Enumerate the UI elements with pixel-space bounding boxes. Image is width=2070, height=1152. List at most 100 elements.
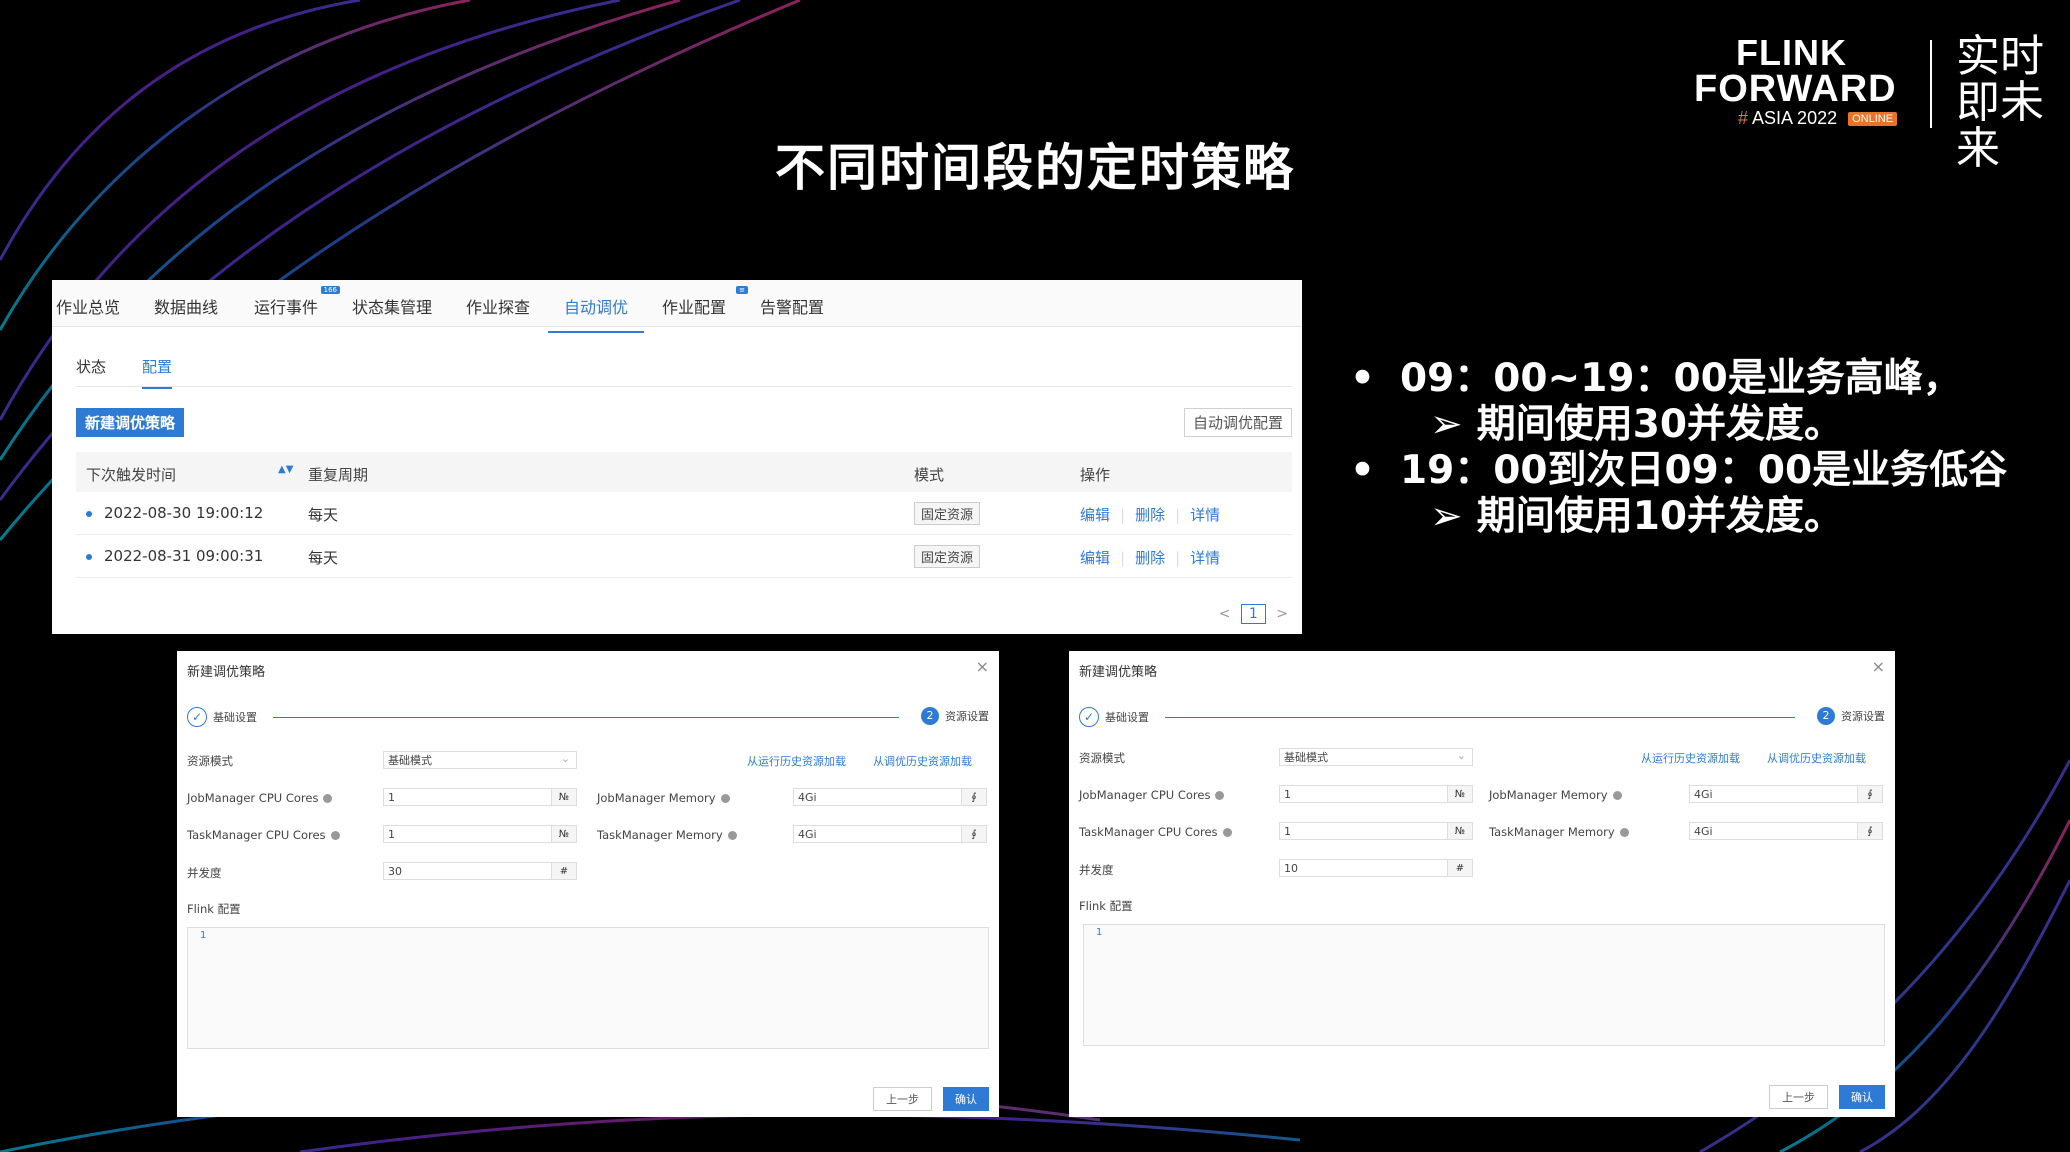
col-mode: 模式 [914, 466, 945, 484]
prev-page-icon[interactable]: < [1219, 606, 1231, 622]
table-header: 下次触发时间 ▲▼ 重复周期 模式 操作 [76, 452, 1292, 492]
parallelism-label: 并发度 [187, 866, 222, 880]
tab-run-events[interactable]: 运行事件 166 [254, 286, 341, 318]
trigger-time: 2022-08-30 19:00:12 [86, 504, 263, 522]
flink-config-editor[interactable]: 1 [1083, 924, 1885, 1046]
info-icon [720, 794, 730, 803]
edit-link[interactable]: 编辑 [1080, 506, 1110, 524]
close-icon[interactable]: × [976, 657, 989, 676]
tm-cpu-input[interactable]: 1 № [383, 825, 577, 843]
row-actions: 编辑 | 删除 | 详情 [1080, 547, 1220, 568]
load-tuning-history-link[interactable]: 从调优历史资源加载 [873, 753, 972, 769]
info-icon [1215, 791, 1225, 800]
edit-link[interactable]: 编辑 [1080, 549, 1110, 567]
step1-label: 基础设置 [1105, 711, 1149, 724]
step-resource: 2 资源设置 [1817, 707, 1885, 725]
sub-bullet-text: 期间使用10并发度。 [1476, 494, 1843, 539]
trigger-time-text: 2022-08-31 09:00:31 [104, 547, 264, 565]
tm-memory-input[interactable]: 4Gi ∮ [1689, 822, 1883, 840]
flink-config-label: Flink 配置 [187, 902, 241, 916]
tm-cpu-input[interactable]: 1 № [1279, 822, 1473, 840]
close-icon[interactable]: × [1872, 657, 1885, 676]
table-row: 2022-08-30 19:00:12 每天 固定资源 编辑 | 删除 | 详情 [76, 492, 1292, 535]
tab-label: 运行事件 [254, 298, 319, 317]
check-icon: ✓ [187, 707, 207, 727]
confirm-button[interactable]: 确认 [1839, 1085, 1885, 1109]
jm-cpu-input[interactable]: 1 № [383, 788, 577, 806]
load-run-history-link[interactable]: 从运行历史资源加载 [1641, 750, 1740, 766]
flink-config-editor[interactable]: 1 [187, 927, 989, 1049]
repeat-period: 每天 [308, 549, 339, 567]
strategy-table: 下次触发时间 ▲▼ 重复周期 模式 操作 2022-08-30 19:00:12… [76, 452, 1292, 578]
auto-tuning-panel: 作业总览 数据曲线 运行事件 166 状态集管理 作业探查 自动调优 作业配置 ≡ … [52, 280, 1302, 634]
logo-line3: # ASIA 2022 ONLINE [1738, 108, 1898, 129]
jm-memory-input[interactable]: 4Gi ∮ [1689, 785, 1883, 803]
delete-link[interactable]: 删除 [1135, 506, 1165, 524]
separator: | [1120, 549, 1126, 567]
prev-step-button[interactable]: 上一步 [873, 1087, 932, 1111]
confirm-button[interactable]: 确认 [943, 1087, 989, 1111]
tab-job-overview[interactable]: 作业总览 [56, 294, 120, 318]
tab-alert-config[interactable]: 告警配置 [760, 294, 824, 318]
jm-memory-input[interactable]: 4Gi ∮ [793, 788, 987, 806]
tab-state-management[interactable]: 状态集管理 [352, 294, 432, 318]
check-icon: ✓ [1079, 707, 1099, 727]
tm-memory-label-text: TaskManager Memory [1489, 825, 1615, 839]
pagination: < 1 > [1219, 604, 1288, 624]
tab-auto-tuning[interactable]: 自动调优 [547, 294, 645, 333]
logo-event: ASIA 2022 [1752, 108, 1838, 128]
memory-icon: ∮ [1857, 823, 1882, 839]
bullet-list: 09：00~19：00是业务高峰， ➢ 期间使用30并发度。 19：00到次日09… [1350, 356, 2007, 540]
tm-memory-input[interactable]: 4Gi ∮ [793, 825, 987, 843]
arrow-icon: ➢ [1430, 402, 1463, 447]
step-basic: ✓ 基础设置 [1079, 707, 1149, 727]
dialog-title: 新建调优策略 [187, 665, 266, 680]
prev-step-button[interactable]: 上一步 [1769, 1085, 1828, 1109]
jm-cpu-input[interactable]: 1 № [1279, 785, 1473, 803]
slide-title: 不同时间段的定时策略 [775, 139, 1295, 197]
jm-memory-label-text: JobManager Memory [597, 791, 716, 805]
subtab-config[interactable]: 配置 [142, 356, 173, 389]
memory-icon: ∮ [961, 826, 986, 842]
stepper: ✓ 基础设置 2 资源设置 [1079, 707, 1885, 729]
info-icon [1612, 791, 1622, 800]
logo-line2: FORWARD [1694, 68, 1897, 110]
auto-tuning-config-button[interactable]: 自动调优配置 [1183, 408, 1292, 437]
next-page-icon[interactable]: > [1276, 606, 1288, 622]
jm-memory-label: JobManager Memory [597, 791, 730, 805]
tm-memory-value: 4Gi [1694, 825, 1713, 838]
load-tuning-history-link[interactable]: 从调优历史资源加载 [1767, 750, 1866, 766]
detail-link[interactable]: 详情 [1190, 506, 1220, 524]
step2-label: 资源设置 [945, 710, 989, 723]
info-icon [1222, 828, 1232, 837]
info-icon [330, 831, 340, 840]
resource-mode-select[interactable]: 基础模式 [1279, 747, 1473, 766]
resource-mode-select[interactable]: 基础模式 [383, 750, 577, 769]
new-strategy-dialog-offpeak: 新建调优策略 × ✓ 基础设置 2 资源设置 资源模式 基础模式 从运行历史资源加载… [1069, 651, 1895, 1117]
step2-label: 资源设置 [1841, 710, 1885, 723]
tm-cpu-value: 1 [1284, 825, 1291, 838]
resource-mode-label: 资源模式 [1079, 751, 1125, 765]
parallelism-input[interactable]: 30 # [383, 862, 577, 880]
subtab-status[interactable]: 状态 [76, 356, 106, 377]
delete-link[interactable]: 删除 [1135, 549, 1165, 567]
bullet-dot [86, 553, 92, 560]
flink-config-label: Flink 配置 [1079, 899, 1133, 913]
sort-icon[interactable]: ▲▼ [278, 464, 293, 475]
parallelism-label: 并发度 [1079, 863, 1114, 877]
parallelism-value: 10 [1284, 862, 1298, 875]
table-row: 2022-08-31 09:00:31 每天 固定资源 编辑 | 删除 | 详情 [76, 535, 1292, 578]
cores-icon: № [551, 826, 576, 842]
tm-cpu-label: TaskManager CPU Cores [1079, 825, 1232, 839]
load-run-history-link[interactable]: 从运行历史资源加载 [747, 753, 846, 769]
parallelism-input[interactable]: 10 # [1279, 859, 1473, 877]
new-tuning-strategy-button[interactable]: 新建调优策略 [76, 408, 185, 437]
job-tabbar: 作业总览 数据曲线 运行事件 166 状态集管理 作业探查 自动调优 作业配置 ≡ … [52, 280, 1302, 333]
logo-hash: # [1738, 108, 1749, 128]
col-repeat-period: 重复周期 [308, 466, 369, 484]
tab-job-probe[interactable]: 作业探查 [466, 294, 530, 318]
tab-data-curve[interactable]: 数据曲线 [154, 294, 218, 318]
tab-job-config[interactable]: 作业配置 ≡ [662, 286, 749, 318]
detail-link[interactable]: 详情 [1190, 549, 1220, 567]
page-1-button[interactable]: 1 [1240, 604, 1266, 624]
